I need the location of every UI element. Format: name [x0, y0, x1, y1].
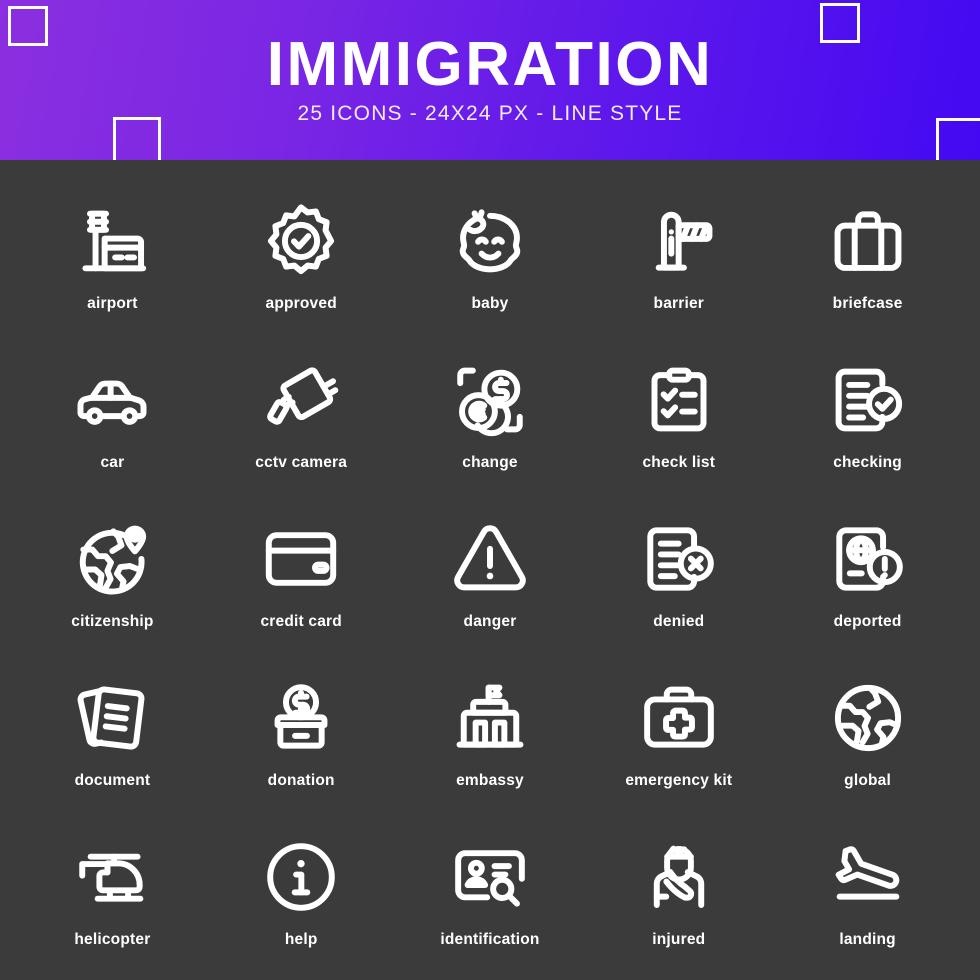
icon-cell-global[interactable]: global — [773, 652, 962, 811]
icon-label: landing — [839, 931, 896, 949]
icon-label: identification — [440, 931, 540, 949]
icon-label: cctv camera — [255, 453, 348, 471]
icon-cell-injured[interactable]: injured — [584, 811, 773, 970]
icon-cell-identification[interactable]: identification — [396, 811, 585, 970]
icon-label: embassy — [456, 772, 524, 790]
icon-cell-embassy[interactable]: embassy — [396, 652, 585, 811]
icon-cell-denied[interactable]: denied — [584, 492, 773, 651]
icon-label: donation — [267, 772, 335, 790]
icon-label: citizenship — [71, 612, 154, 630]
icon-cell-check-list[interactable]: check list — [584, 333, 773, 492]
icon-label: emergency kit — [625, 772, 733, 790]
icon-label: credit card — [260, 612, 342, 630]
embassy-icon — [444, 672, 536, 764]
page-subtitle: 25 ICONS - 24X24 PX - LINE STYLE — [297, 102, 683, 125]
icon-label: danger — [463, 612, 517, 630]
icon-label: document — [74, 772, 151, 790]
page-title: IMMIGRATION — [266, 30, 714, 99]
icon-cell-helicopter[interactable]: helicopter — [18, 811, 207, 970]
icon-cell-change[interactable]: change — [396, 333, 585, 492]
help-icon — [255, 831, 347, 923]
icon-cell-help[interactable]: help — [207, 811, 396, 970]
icon-cell-document[interactable]: document — [18, 652, 207, 811]
icon-label: change — [462, 453, 518, 471]
icon-cell-citizenship[interactable]: citizenship — [18, 492, 207, 651]
baby-icon — [444, 195, 536, 287]
credit-card-icon — [255, 513, 347, 605]
icon-label: check list — [642, 453, 716, 471]
citizenship-icon — [66, 513, 158, 605]
icon-cell-approved[interactable]: approved — [207, 174, 396, 333]
approved-icon — [255, 195, 347, 287]
landing-icon — [822, 831, 914, 923]
icon-label: approved — [265, 294, 337, 312]
icon-sheet: IMMIGRATION 25 ICONS - 24X24 PX - LINE S… — [0, 0, 980, 980]
icon-label: briefcase — [832, 294, 903, 312]
cctv-camera-icon — [255, 354, 347, 446]
icon-cell-danger[interactable]: danger — [396, 492, 585, 651]
identification-icon — [444, 831, 536, 923]
car-icon — [66, 354, 158, 446]
check-list-icon — [633, 354, 725, 446]
icon-cell-emergency-kit[interactable]: emergency kit — [584, 652, 773, 811]
icon-label: checking — [833, 453, 902, 471]
icon-label: car — [100, 453, 125, 471]
icon-label: injured — [652, 931, 706, 949]
icon-label: helicopter — [74, 931, 151, 949]
danger-icon — [444, 513, 536, 605]
icon-cell-airport[interactable]: airport — [18, 174, 207, 333]
icon-cell-credit-card[interactable]: credit card — [207, 492, 396, 651]
checking-icon — [822, 354, 914, 446]
icon-cell-cctv-camera[interactable]: cctv camera — [207, 333, 396, 492]
injured-icon — [633, 831, 725, 923]
icon-label: barrier — [653, 294, 705, 312]
icon-label: help — [284, 931, 318, 949]
icon-label: denied — [653, 612, 705, 630]
icon-cell-briefcase[interactable]: briefcase — [773, 174, 962, 333]
barrier-icon — [633, 195, 725, 287]
icon-label: airport — [87, 294, 138, 312]
icon-cell-landing[interactable]: landing — [773, 811, 962, 970]
icon-cell-baby[interactable]: baby — [396, 174, 585, 333]
icon-grid: airport approved baby barrier briefcase … — [0, 160, 980, 980]
global-icon — [822, 672, 914, 764]
icon-label: deported — [833, 612, 902, 630]
airport-icon — [66, 195, 158, 287]
icon-label: global — [844, 772, 892, 790]
document-icon — [66, 672, 158, 764]
icon-cell-car[interactable]: car — [18, 333, 207, 492]
denied-icon — [633, 513, 725, 605]
helicopter-icon — [66, 831, 158, 923]
icon-cell-barrier[interactable]: barrier — [584, 174, 773, 333]
header-banner: IMMIGRATION 25 ICONS - 24X24 PX - LINE S… — [0, 0, 980, 160]
icon-cell-deported[interactable]: deported — [773, 492, 962, 651]
briefcase-icon — [822, 195, 914, 287]
icon-label: baby — [471, 294, 509, 312]
donation-icon — [255, 672, 347, 764]
emergency-kit-icon — [633, 672, 725, 764]
deported-icon — [822, 513, 914, 605]
icon-cell-donation[interactable]: donation — [207, 652, 396, 811]
change-icon — [444, 354, 536, 446]
icon-cell-checking[interactable]: checking — [773, 333, 962, 492]
